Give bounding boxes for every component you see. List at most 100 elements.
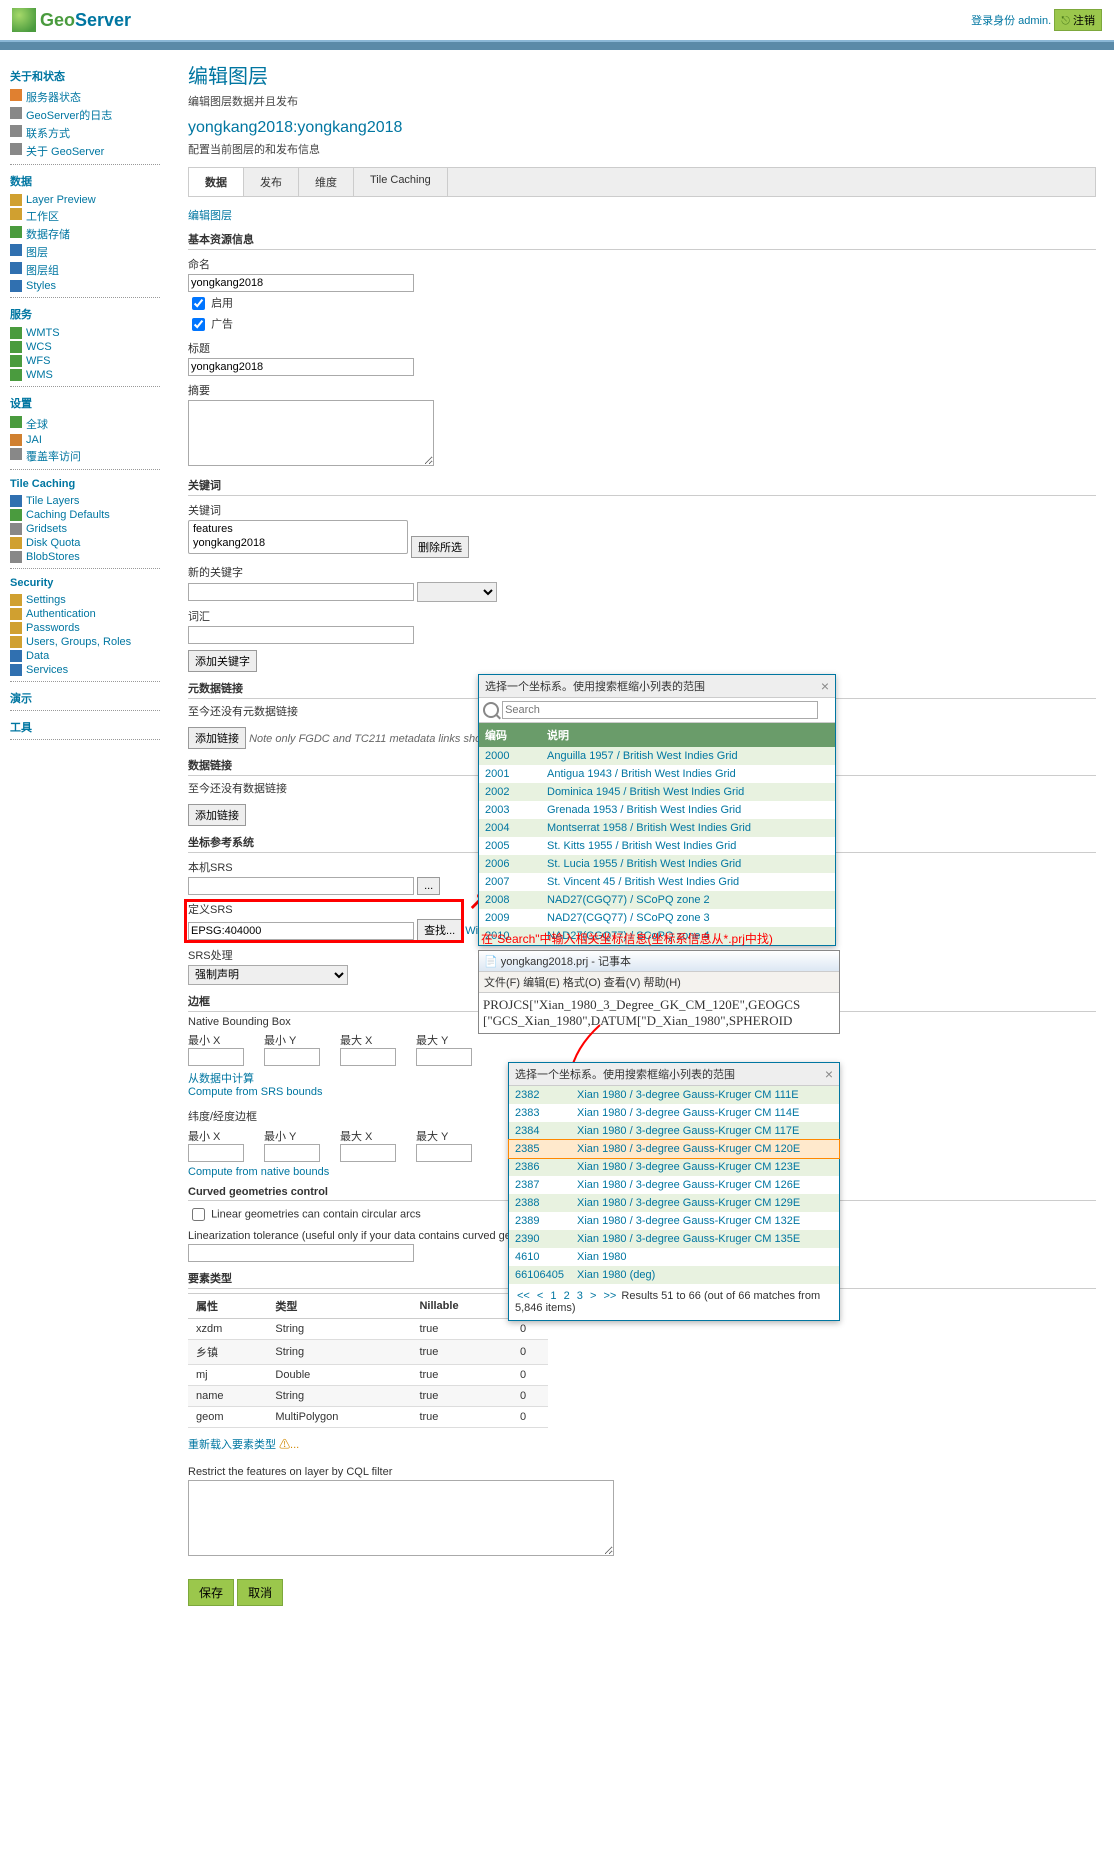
notepad-menu-item[interactable]: 查看(V): [604, 977, 644, 989]
sidebar-item[interactable]: 全球: [10, 415, 170, 433]
tab-3[interactable]: Tile Caching: [354, 168, 448, 196]
sidebar-item[interactable]: 服务器状态: [10, 88, 170, 106]
sidebar-group-title[interactable]: 数据: [10, 173, 170, 189]
latlon-miny-input[interactable]: [264, 1144, 320, 1162]
lin-tol-input[interactable]: [188, 1244, 414, 1262]
new-keyword-input[interactable]: [188, 583, 414, 601]
sidebar-item[interactable]: GeoServer的日志: [10, 106, 170, 124]
logout-button[interactable]: ⎋ 注销: [1054, 9, 1102, 31]
srs-row[interactable]: 2382Xian 1980 / 3-degree Gauss-Kruger CM…: [509, 1086, 839, 1104]
enable-checkbox[interactable]: [192, 297, 205, 310]
compute-from-data-link[interactable]: 从数据中计算: [188, 1073, 254, 1085]
advert-checkbox[interactable]: [192, 318, 205, 331]
srs-row[interactable]: 2388Xian 1980 / 3-degree Gauss-Kruger CM…: [509, 1194, 839, 1212]
add-keyword-button[interactable]: 添加关键字: [188, 650, 257, 672]
notepad-menu-item[interactable]: 文件(F): [484, 977, 523, 989]
notepad-menu-item[interactable]: 格式(O): [563, 977, 604, 989]
popup3-close-icon[interactable]: ×: [825, 1066, 833, 1082]
tab-1[interactable]: 发布: [244, 168, 299, 196]
native-maxx-input[interactable]: [340, 1048, 396, 1066]
srs-row[interactable]: 2384Xian 1980 / 3-degree Gauss-Kruger CM…: [509, 1122, 839, 1140]
latlon-maxx-input[interactable]: [340, 1144, 396, 1162]
srs-row[interactable]: 2390Xian 1980 / 3-degree Gauss-Kruger CM…: [509, 1230, 839, 1248]
pager-next[interactable]: >: [590, 1290, 596, 1302]
sidebar-item[interactable]: WMTS: [10, 326, 170, 340]
srs-row[interactable]: 2389Xian 1980 / 3-degree Gauss-Kruger CM…: [509, 1212, 839, 1230]
vocab-input[interactable]: [188, 626, 414, 644]
sidebar-item[interactable]: 图层组: [10, 261, 170, 279]
keywords-select[interactable]: features yongkang2018: [188, 520, 408, 554]
srs-row[interactable]: 2009NAD27(CGQ77) / SCoPQ zone 3: [479, 909, 835, 927]
sidebar-item[interactable]: 数据存储: [10, 225, 170, 243]
srs-row[interactable]: 4610Xian 1980: [509, 1248, 839, 1266]
title-input[interactable]: [188, 358, 414, 376]
sidebar-item[interactable]: Caching Defaults: [10, 508, 170, 522]
srs-row[interactable]: 66106405Xian 1980 (deg): [509, 1266, 839, 1284]
srs-row[interactable]: 2383Xian 1980 / 3-degree Gauss-Kruger CM…: [509, 1104, 839, 1122]
srs-handling-select[interactable]: 强制声明: [188, 965, 348, 985]
sidebar-item[interactable]: WCS: [10, 340, 170, 354]
native-srs-input[interactable]: [188, 877, 414, 895]
edit-layer-link[interactable]: 编辑图层: [188, 210, 232, 222]
srs-row[interactable]: 2008NAD27(CGQ77) / SCoPQ zone 2: [479, 891, 835, 909]
keyword-lang-select[interactable]: [417, 582, 497, 602]
cancel-button[interactable]: 取消: [237, 1579, 283, 1606]
pager-1[interactable]: 1: [550, 1290, 556, 1302]
srs-row[interactable]: 2386Xian 1980 / 3-degree Gauss-Kruger CM…: [509, 1158, 839, 1176]
sidebar-item[interactable]: 联系方式: [10, 124, 170, 142]
latlon-minx-input[interactable]: [188, 1144, 244, 1162]
sidebar-item[interactable]: 工作区: [10, 207, 170, 225]
pager-prev[interactable]: <: [537, 1290, 543, 1302]
sidebar-item[interactable]: 关于 GeoServer: [10, 142, 170, 160]
sidebar-item[interactable]: Disk Quota: [10, 536, 170, 550]
srs-row[interactable]: 2005St. Kitts 1955 / British West Indies…: [479, 837, 835, 855]
sidebar-item[interactable]: WFS: [10, 354, 170, 368]
sidebar-item[interactable]: JAI: [10, 433, 170, 447]
sidebar-group-title[interactable]: 服务: [10, 306, 170, 322]
sidebar-item[interactable]: Services: [10, 663, 170, 677]
delete-selected-button[interactable]: 删除所选: [411, 536, 469, 558]
sidebar-item[interactable]: Gridsets: [10, 522, 170, 536]
sidebar-item[interactable]: BlobStores: [10, 550, 170, 564]
compute-from-native-link[interactable]: Compute from native bounds: [188, 1166, 329, 1178]
native-maxy-input[interactable]: [416, 1048, 472, 1066]
sidebar-item[interactable]: 图层: [10, 243, 170, 261]
notepad-menu-item[interactable]: 帮助(H): [644, 977, 681, 989]
tab-0[interactable]: 数据: [189, 168, 244, 196]
sidebar-group-title[interactable]: 演示: [10, 690, 170, 706]
add-metadata-link-button[interactable]: 添加链接: [188, 727, 246, 749]
sidebar-item[interactable]: WMS: [10, 368, 170, 382]
add-data-link-button[interactable]: 添加链接: [188, 804, 246, 826]
srs-row[interactable]: 2387Xian 1980 / 3-degree Gauss-Kruger CM…: [509, 1176, 839, 1194]
srs-row[interactable]: 2000Anguilla 1957 / British West Indies …: [479, 747, 835, 765]
pager-last[interactable]: >>: [603, 1290, 616, 1302]
linear-geom-checkbox[interactable]: [192, 1208, 205, 1221]
sidebar-group-title[interactable]: 关于和状态: [10, 68, 170, 84]
srs-row[interactable]: 2004Montserrat 1958 / British West Indie…: [479, 819, 835, 837]
srs-row[interactable]: 2002Dominica 1945 / British West Indies …: [479, 783, 835, 801]
logo[interactable]: GeoServer: [12, 8, 131, 32]
srs-row[interactable]: 2003Grenada 1953 / British West Indies G…: [479, 801, 835, 819]
cql-textarea[interactable]: [188, 1480, 614, 1556]
sidebar-item[interactable]: 覆盖率访问: [10, 447, 170, 465]
popup1-search-input[interactable]: [502, 701, 818, 719]
sidebar-group-title[interactable]: 工具: [10, 719, 170, 735]
save-button[interactable]: 保存: [188, 1579, 234, 1606]
sidebar-item[interactable]: Authentication: [10, 607, 170, 621]
pager-3[interactable]: 3: [577, 1290, 583, 1302]
reload-feature-link[interactable]: 重新载入要素类型: [188, 1439, 276, 1451]
sidebar-item[interactable]: Settings: [10, 593, 170, 607]
native-miny-input[interactable]: [264, 1048, 320, 1066]
srs-row[interactable]: 2007St. Vincent 45 / British West Indies…: [479, 873, 835, 891]
srs-row[interactable]: 2385Xian 1980 / 3-degree Gauss-Kruger CM…: [509, 1140, 839, 1158]
sidebar-group-title[interactable]: Security: [10, 577, 170, 589]
login-identity[interactable]: 登录身份 admin.: [971, 15, 1051, 27]
sidebar-item[interactable]: Styles: [10, 279, 170, 293]
sidebar-item[interactable]: Data: [10, 649, 170, 663]
popup1-close-icon[interactable]: ×: [821, 678, 829, 694]
native-minx-input[interactable]: [188, 1048, 244, 1066]
sidebar-item[interactable]: Layer Preview: [10, 193, 170, 207]
pager-first[interactable]: <<: [517, 1290, 530, 1302]
compute-from-srs-link[interactable]: Compute from SRS bounds: [188, 1086, 323, 1098]
sidebar-item[interactable]: Users, Groups, Roles: [10, 635, 170, 649]
